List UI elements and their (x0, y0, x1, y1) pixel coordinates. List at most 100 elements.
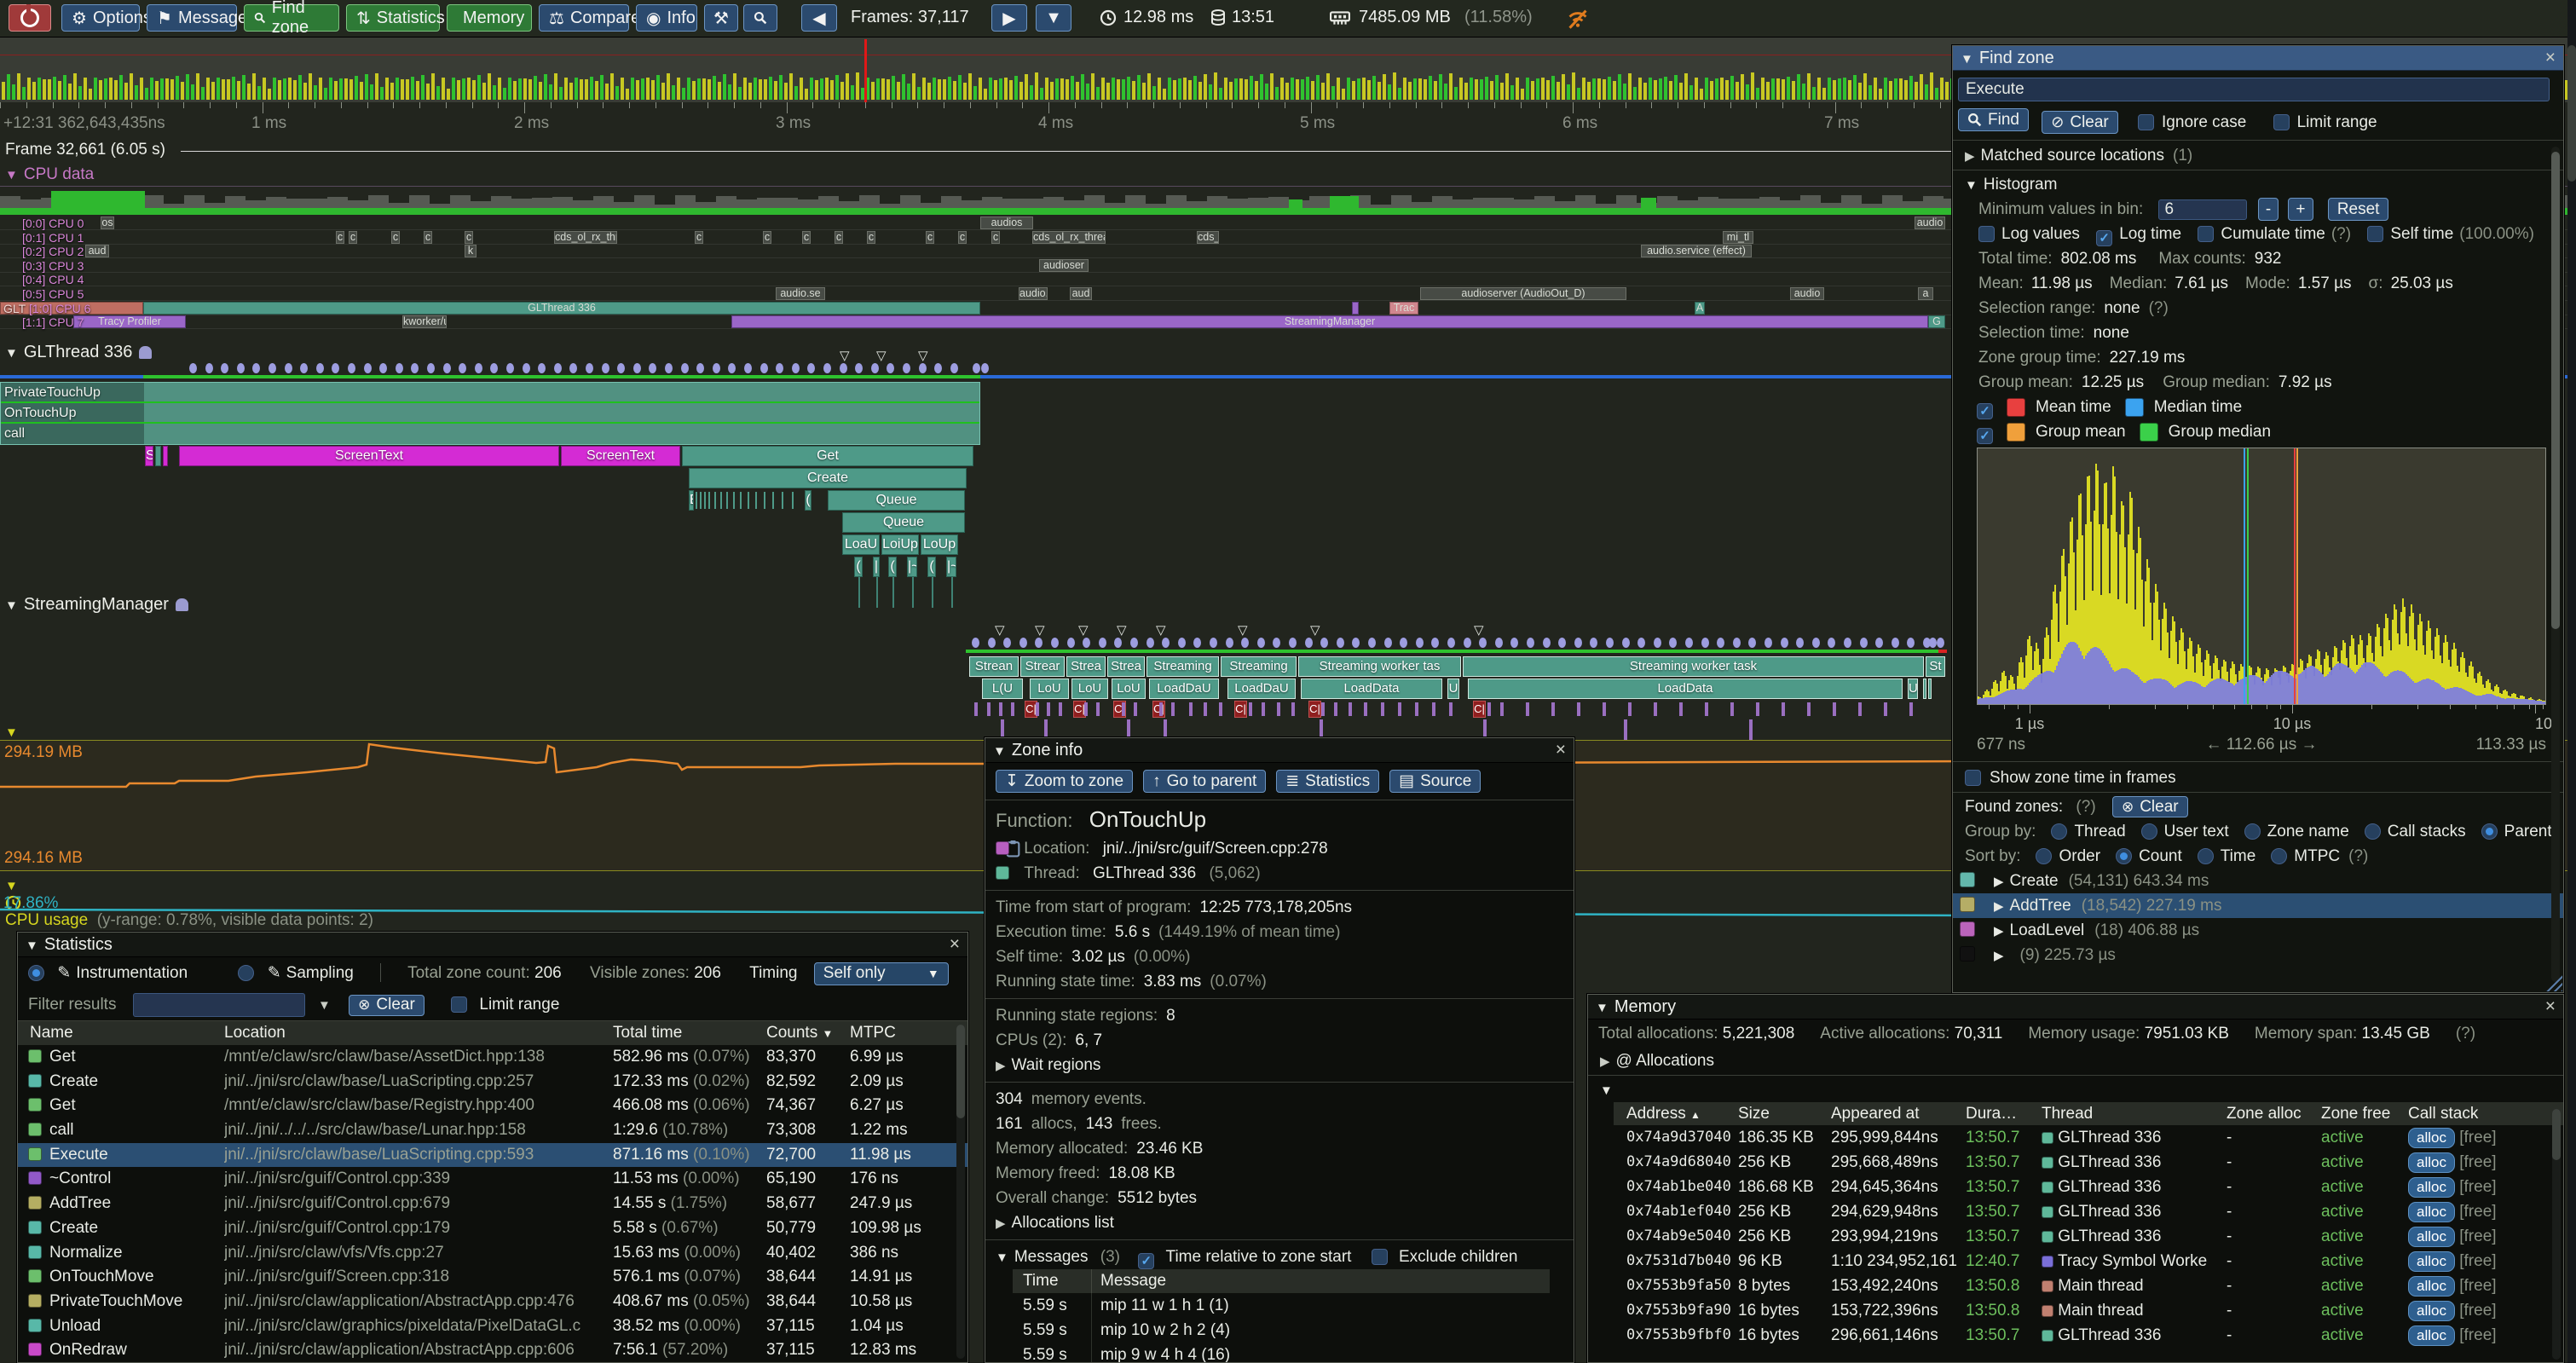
message-dot[interactable] (950, 363, 958, 373)
message-dot[interactable] (475, 363, 482, 373)
frame-bar[interactable] (32, 82, 36, 100)
message-dot[interactable] (221, 363, 228, 373)
message-dot[interactable] (1114, 638, 1122, 648)
zone[interactable]: Strea (1107, 656, 1145, 677)
frame-bar[interactable] (1209, 84, 1212, 100)
clear-filter-button[interactable]: ⊗Clear (349, 995, 425, 1016)
frame-label[interactable]: Frame 32,661 (6.05 s) (5, 141, 165, 159)
frame-bar[interactable] (1245, 79, 1248, 100)
messages-button[interactable]: ⚑Messages (147, 4, 237, 32)
zone-marker-triangle[interactable]: ▽ (1310, 622, 1320, 638)
frame-bar[interactable] (667, 73, 670, 100)
cpu-zone[interactable]: c (802, 231, 811, 244)
cpu-zone[interactable]: cds_ol_rx_threa (1032, 231, 1106, 244)
message-dot[interactable] (1447, 638, 1455, 648)
frame-bar[interactable] (165, 78, 169, 100)
frame-bar[interactable] (1142, 83, 1146, 100)
cpu-zone[interactable]: a (1918, 287, 1933, 300)
frame-bar[interactable] (887, 79, 890, 100)
frame-bar[interactable] (1935, 88, 1938, 100)
frame-bar[interactable] (1945, 82, 1949, 100)
frame-bar[interactable] (232, 77, 235, 100)
message-dot[interactable] (919, 363, 927, 373)
zone-tick[interactable] (1398, 702, 1401, 716)
radio-zone-name[interactable] (2244, 823, 2261, 840)
frame-bar[interactable] (278, 80, 281, 100)
frame-bar[interactable] (1884, 78, 1887, 100)
alloc-callstack-button[interactable]: alloc (2408, 1276, 2455, 1297)
frame-bar[interactable] (1270, 73, 1274, 100)
cpu-zone[interactable]: audio (1915, 217, 1945, 229)
frame-bar[interactable] (1152, 86, 1156, 100)
zone-marker-triangle[interactable]: ▽ (1117, 622, 1127, 638)
self-time-checkbox[interactable] (2367, 226, 2383, 242)
find-zone-query-input[interactable] (1958, 78, 2550, 101)
frame-bar[interactable] (989, 78, 992, 100)
frame-bar[interactable] (1091, 73, 1095, 100)
frame-bar[interactable] (431, 73, 435, 100)
frame-bar[interactable] (416, 81, 419, 100)
search-icon-button[interactable] (743, 4, 777, 32)
found-zone-group[interactable]: ▶AddTree(18,542) 227.19 ms (1953, 893, 2563, 918)
cpu-zone[interactable]: audio.se (776, 287, 825, 300)
message-dot[interactable] (1543, 638, 1551, 648)
frame-bar[interactable] (27, 78, 31, 100)
frame-bar[interactable] (1761, 78, 1765, 100)
zone[interactable]: St (1926, 656, 1945, 677)
message-dot[interactable] (1368, 638, 1376, 648)
message-dot[interactable] (1464, 638, 1471, 648)
frame-bar[interactable] (815, 80, 818, 100)
zone-red[interactable]: C| (1473, 701, 1486, 718)
frame-bar[interactable] (84, 78, 87, 100)
frame-bar[interactable] (1674, 75, 1678, 100)
next-frame-button[interactable]: ▶ (991, 4, 1027, 32)
message-dot[interactable] (760, 363, 768, 373)
frame-bar[interactable] (1649, 78, 1652, 100)
zone-tick[interactable] (1577, 702, 1580, 716)
zone[interactable]: LoiUp (881, 534, 919, 555)
frame-bar[interactable] (288, 78, 292, 100)
zone[interactable]: LoU (1030, 679, 1069, 699)
cumulate-time-checkbox[interactable] (2198, 226, 2214, 242)
frame-bar[interactable] (211, 82, 215, 100)
limit-range-checkbox[interactable] (451, 996, 467, 1013)
frame-bar[interactable] (1122, 79, 1125, 100)
message-dot[interactable] (1844, 638, 1851, 648)
cpu-zone[interactable]: c (336, 231, 344, 244)
found-zone-group[interactable]: ▶LoadLevel(18) 406.88 µs (1953, 918, 2563, 943)
message-dot[interactable] (1929, 638, 1937, 648)
zone[interactable]: Queue (842, 512, 965, 533)
frame-bar[interactable] (119, 75, 123, 100)
frame-bar[interactable] (237, 81, 240, 100)
cpu-zone[interactable]: kworker/u (402, 315, 447, 328)
message-dot[interactable] (523, 363, 530, 373)
frame-bar[interactable] (1101, 78, 1105, 100)
clear-button[interactable]: ⊘Clear (2042, 111, 2118, 134)
frame-bar[interactable] (927, 83, 931, 100)
min-bin-increment-button[interactable]: + (2288, 198, 2313, 221)
frame-bar[interactable] (513, 81, 517, 100)
memory-table-header[interactable]: Address ▲SizeAppeared atDura…ThreadZone … (1614, 1102, 2563, 1125)
message-row[interactable]: 5.59 smip 11 w 1 h 1 (1) (1013, 1293, 1550, 1318)
frame-bar[interactable] (263, 78, 266, 100)
cpu-zone[interactable]: StreamingManager (731, 315, 1928, 328)
message-dot[interactable] (1875, 638, 1883, 648)
frame-bar[interactable] (590, 77, 593, 100)
frame-bar[interactable] (1797, 74, 1800, 100)
frame-bar[interactable] (1434, 81, 1437, 100)
zone-tick[interactable] (1500, 702, 1504, 716)
frame-bar[interactable] (508, 78, 511, 100)
cpu-zone[interactable]: c (465, 231, 473, 244)
zone-tick[interactable] (1449, 702, 1453, 716)
message-dot[interactable] (696, 363, 704, 373)
frame-bar[interactable] (1597, 78, 1601, 100)
frame-bar[interactable] (406, 79, 409, 100)
frame-bar[interactable] (1193, 76, 1197, 100)
power-button[interactable] (9, 4, 51, 32)
zone-marker-triangle[interactable]: ▽ (995, 622, 1005, 638)
frame-bar[interactable] (754, 78, 757, 100)
zone-tick[interactable] (1526, 702, 1529, 716)
frame-bar[interactable] (1638, 78, 1642, 100)
zone[interactable]: |~ (946, 557, 956, 577)
frame-bar[interactable] (1853, 75, 1857, 100)
